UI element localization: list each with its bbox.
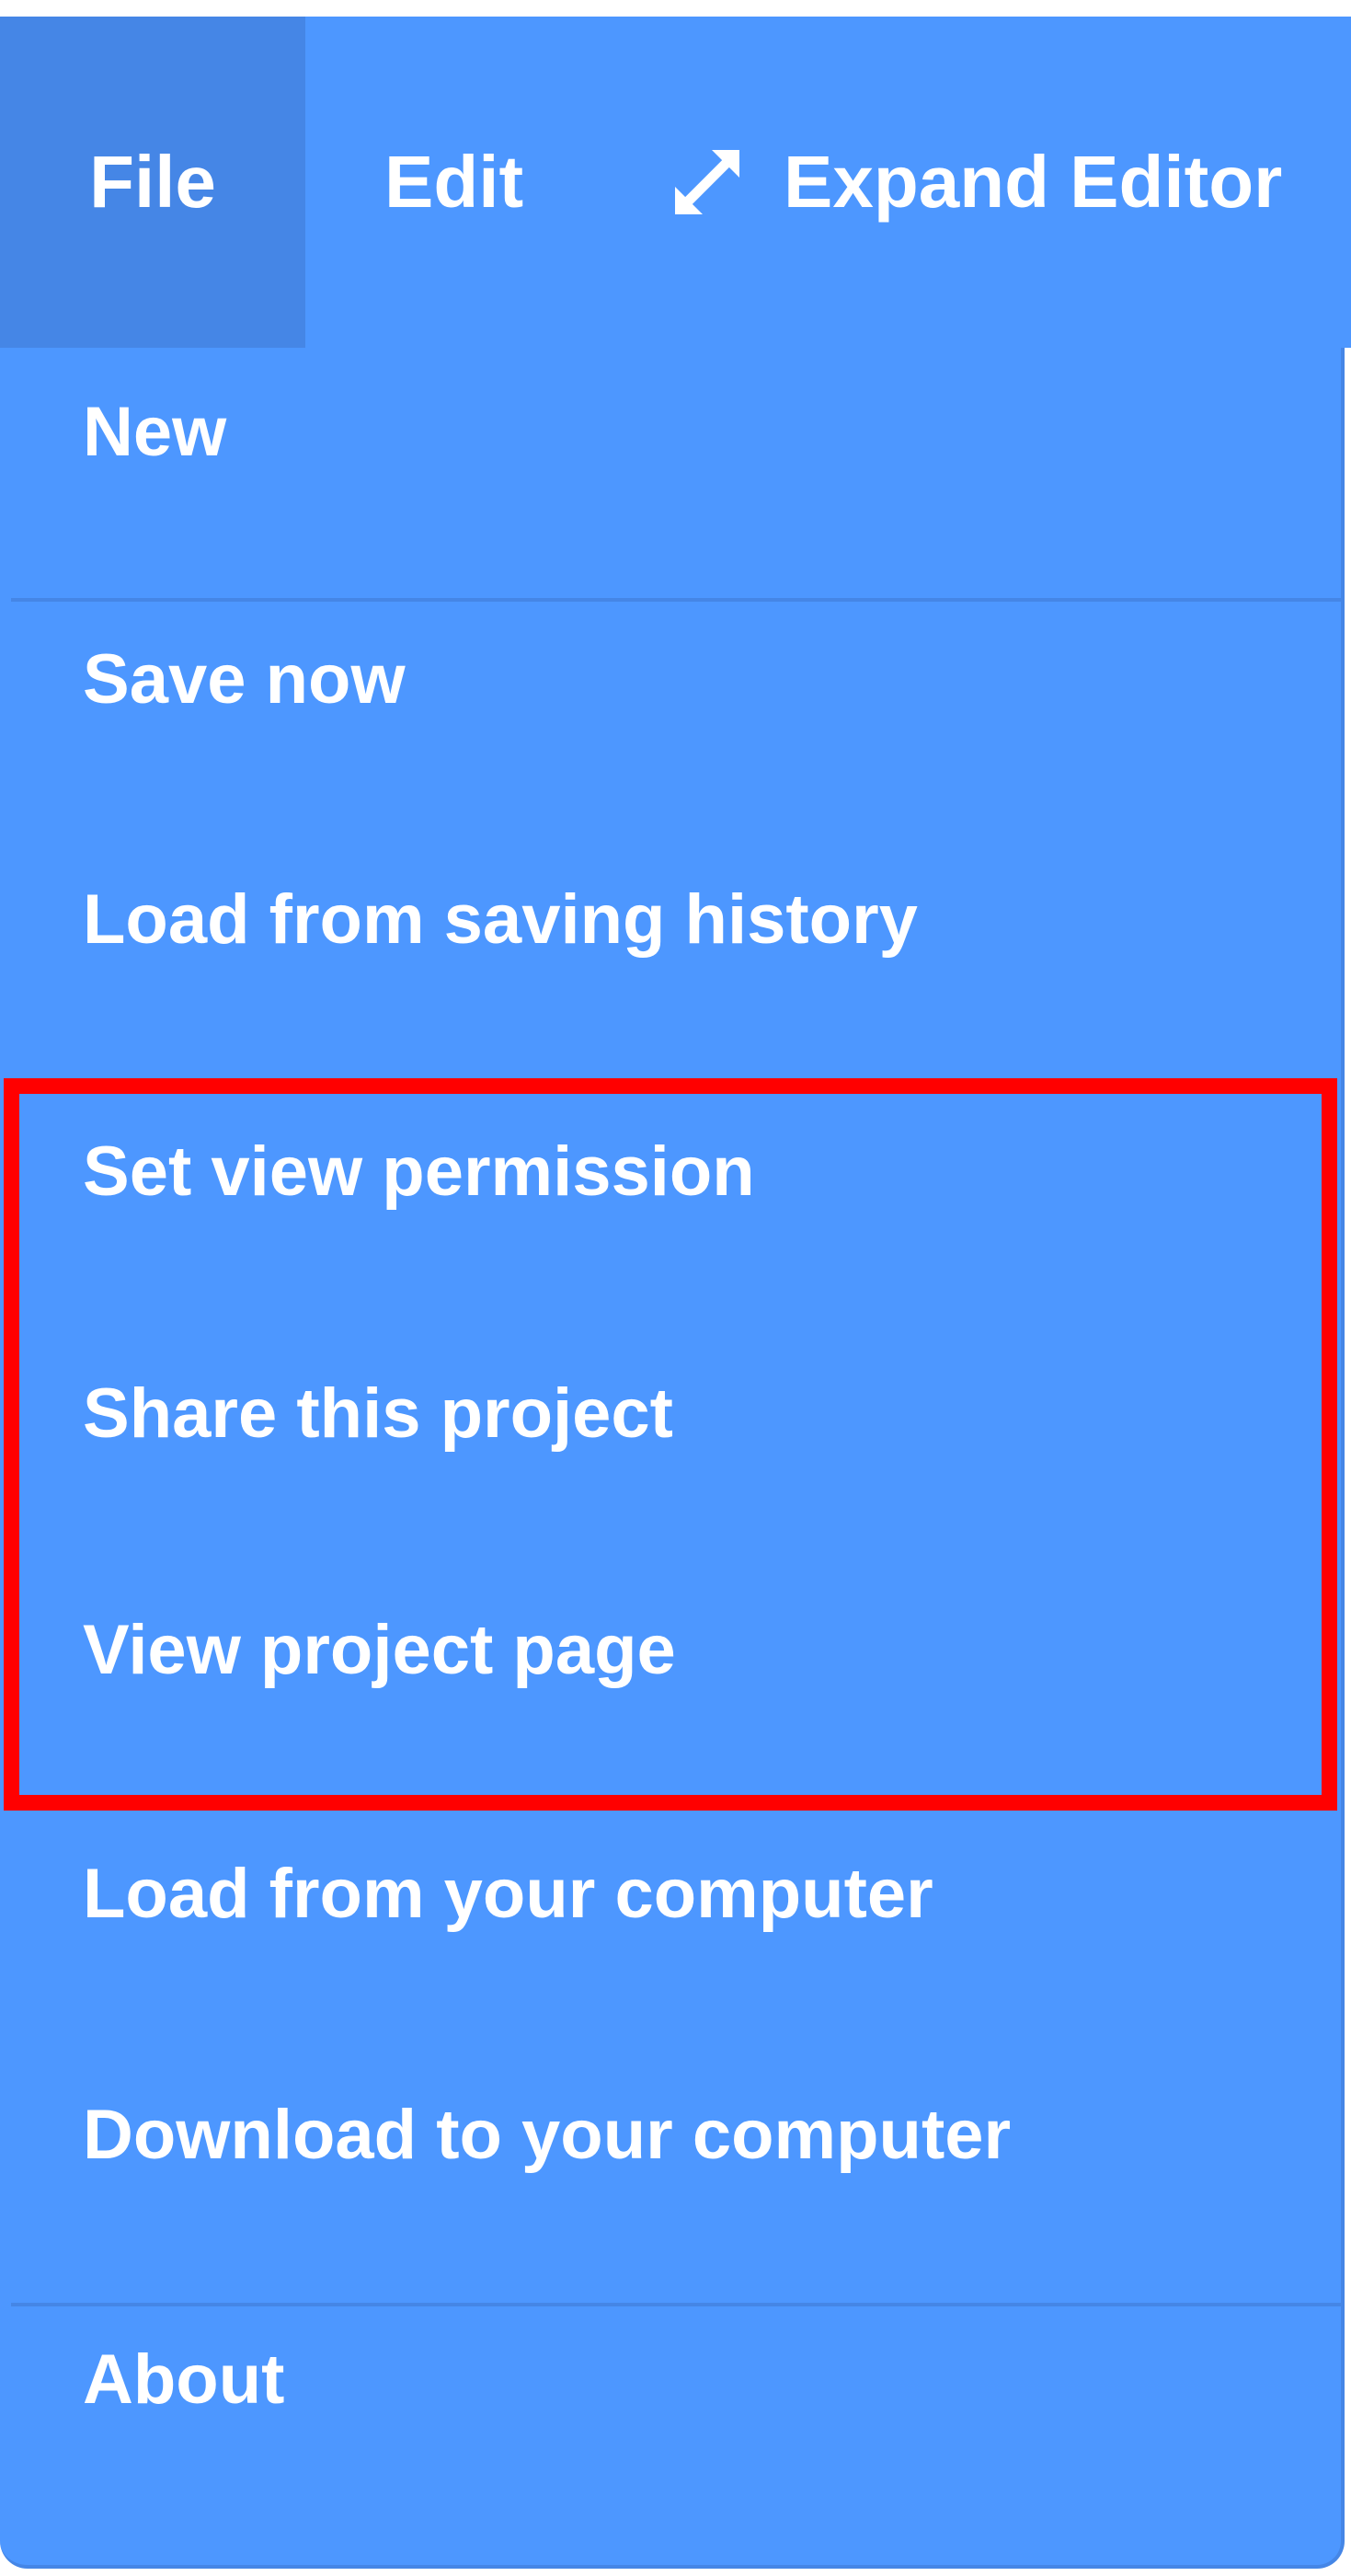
menu-item-share-this-project[interactable]: Share this project — [83, 1344, 673, 1482]
menu-item-save-now-label: Save now — [83, 639, 406, 719]
menu-bar: File Edit Expand Editor — [0, 17, 1351, 348]
menu-item-view-project-page[interactable]: View project page — [83, 1581, 676, 1719]
menu-item-download-to-your-computer[interactable]: Download to your computer — [83, 2065, 1011, 2203]
menu-item-download-to-your-computer-label: Download to your computer — [83, 2095, 1012, 2174]
menu-item-load-from-your-computer[interactable]: Load from your computer — [83, 1824, 933, 1962]
menu-tab-edit-label: Edit — [384, 141, 524, 223]
menu-tab-file-label: File — [89, 141, 216, 223]
menu-separator — [11, 2303, 1341, 2306]
menu-item-set-view-permission-label: Set view permission — [83, 1132, 755, 1211]
menu-item-view-project-page-label: View project page — [83, 1610, 676, 1689]
menu-item-load-from-saving-history[interactable]: Load from saving history — [83, 850, 918, 988]
menu-tab-file[interactable]: File — [0, 17, 305, 348]
menu-item-set-view-permission[interactable]: Set view permission — [83, 1102, 755, 1240]
file-menu-dropdown: New Save now Load from saving history Se… — [0, 348, 1345, 2569]
expand-arrows-icon — [666, 141, 749, 224]
menu-item-load-from-your-computer-label: Load from your computer — [83, 1854, 933, 1933]
editor-window: File Edit Expand Editor New Save now Loa… — [0, 0, 1351, 2576]
expand-editor-button[interactable]: Expand Editor — [666, 17, 1282, 348]
menu-item-about[interactable]: About — [83, 2310, 284, 2448]
menu-tab-edit[interactable]: Edit — [384, 17, 523, 348]
menu-item-save-now[interactable]: Save now — [83, 610, 406, 748]
menu-item-new-label: New — [83, 392, 227, 471]
menu-separator — [11, 598, 1341, 602]
menu-item-share-this-project-label: Share this project — [83, 1374, 673, 1453]
menu-item-load-from-saving-history-label: Load from saving history — [83, 880, 918, 959]
menu-item-about-label: About — [83, 2340, 285, 2419]
expand-editor-label: Expand Editor — [784, 141, 1283, 223]
menu-item-new[interactable]: New — [83, 362, 226, 500]
